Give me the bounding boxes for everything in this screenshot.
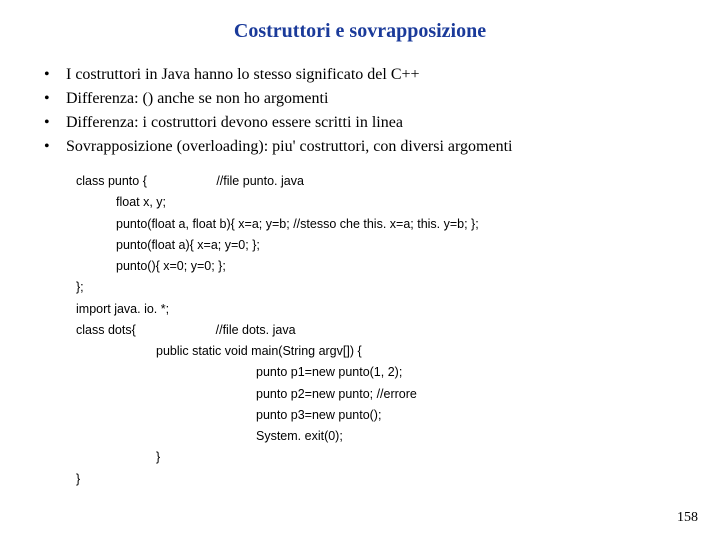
code-line: import java. io. *;: [76, 299, 680, 320]
bullet-list: I costruttori in Java hanno lo stesso si…: [40, 63, 680, 159]
slide: Costruttori e sovrapposizione I costrutt…: [0, 0, 720, 540]
code-line: punto p2=new punto; //errore: [256, 384, 680, 405]
code-line: float x, y;: [116, 192, 680, 213]
code-line: };: [76, 277, 680, 298]
code-line: }: [76, 469, 680, 490]
code-line: class dots{ //file dots. java: [76, 320, 680, 341]
code-line: punto(float a, float b){ x=a; y=b; //ste…: [116, 214, 680, 235]
code-line: punto p1=new punto(1, 2);: [256, 362, 680, 383]
bullet-item: Sovrapposizione (overloading): piu' cost…: [40, 135, 680, 159]
bullet-item: Differenza: i costruttori devono essere …: [40, 111, 680, 135]
bullet-item: I costruttori in Java hanno lo stesso si…: [40, 63, 680, 87]
code-line: punto p3=new punto();: [256, 405, 680, 426]
code-line: }: [156, 447, 680, 468]
code-line: System. exit(0);: [256, 426, 680, 447]
code-line: class punto { //file punto. java: [76, 171, 680, 192]
page-number: 158: [677, 510, 698, 526]
code-line: public static void main(String argv[]) {: [156, 341, 680, 362]
code-line: punto(){ x=0; y=0; };: [116, 256, 680, 277]
bullet-item: Differenza: () anche se non ho argomenti: [40, 87, 680, 111]
code-block: class punto { //file punto. java float x…: [76, 171, 680, 490]
slide-title: Costruttori e sovrapposizione: [40, 20, 680, 43]
code-line: punto(float a){ x=a; y=0; };: [116, 235, 680, 256]
